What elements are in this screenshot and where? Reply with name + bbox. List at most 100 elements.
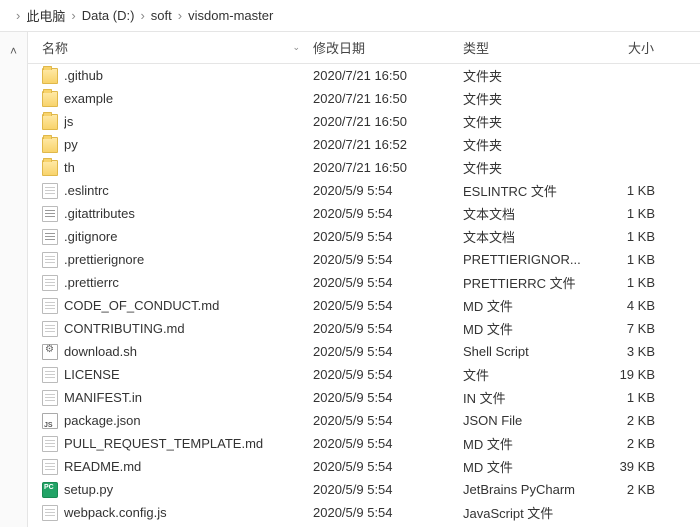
- column-header-row: 名称 ⌄ 修改日期 类型 大小: [28, 32, 700, 64]
- file-type: 文件夹: [463, 66, 593, 85]
- file-row[interactable]: .github2020/7/21 16:50文件夹: [28, 64, 700, 87]
- folder-icon: [42, 91, 58, 107]
- file-row[interactable]: .prettierrc2020/5/9 5:54PRETTIERRC 文件1 K…: [28, 271, 700, 294]
- file-size: 3 KB: [593, 344, 673, 359]
- file-name: README.md: [64, 459, 313, 474]
- file-row[interactable]: webpack.config.js2020/5/9 5:54JavaScript…: [28, 501, 700, 524]
- file-row[interactable]: CONTRIBUTING.md2020/5/9 5:54MD 文件7 KB: [28, 317, 700, 340]
- file-date: 2020/5/9 5:54: [313, 459, 463, 474]
- breadcrumb-item[interactable]: soft: [151, 8, 172, 23]
- file-icon: [42, 321, 58, 337]
- file-size: 19 KB: [593, 367, 673, 382]
- file-name: example: [64, 91, 313, 106]
- file-type: 文件夹: [463, 158, 593, 177]
- file-name: webpack.config.js: [64, 505, 313, 520]
- file-row[interactable]: CODE_OF_CONDUCT.md2020/5/9 5:54MD 文件4 KB: [28, 294, 700, 317]
- file-row[interactable]: .gitattributes2020/5/9 5:54文本文档1 KB: [28, 202, 700, 225]
- file-size: 2 KB: [593, 436, 673, 451]
- file-name: CONTRIBUTING.md: [64, 321, 313, 336]
- file-row[interactable]: LICENSE2020/5/9 5:54文件19 KB: [28, 363, 700, 386]
- file-size: 1 KB: [593, 183, 673, 198]
- file-date: 2020/5/9 5:54: [313, 252, 463, 267]
- file-date: 2020/5/9 5:54: [313, 206, 463, 221]
- file-row[interactable]: example2020/7/21 16:50文件夹: [28, 87, 700, 110]
- chevron-down-icon: ⌄: [292, 42, 300, 53]
- file-name: CODE_OF_CONDUCT.md: [64, 298, 313, 313]
- file-row[interactable]: js2020/7/21 16:50文件夹: [28, 110, 700, 133]
- folder-icon: [42, 160, 58, 176]
- file-row[interactable]: MANIFEST.in2020/5/9 5:54IN 文件1 KB: [28, 386, 700, 409]
- file-date: 2020/5/9 5:54: [313, 298, 463, 313]
- file-row[interactable]: setup.py2020/5/9 5:54JetBrains PyCharm2 …: [28, 478, 700, 501]
- column-label: 类型: [463, 38, 489, 57]
- column-header-date[interactable]: 修改日期: [313, 32, 463, 63]
- chevron-right-icon: [71, 8, 75, 23]
- file-type: MD 文件: [463, 296, 593, 315]
- breadcrumb-item[interactable]: visdom-master: [188, 8, 273, 23]
- file-type: 文件夹: [463, 89, 593, 108]
- folder-icon: [42, 68, 58, 84]
- file-icon: [42, 505, 58, 521]
- file-size: 2 KB: [593, 413, 673, 428]
- column-label: 名称: [42, 38, 68, 57]
- column-header-name[interactable]: 名称 ⌄: [28, 32, 313, 63]
- file-type: MD 文件: [463, 319, 593, 338]
- file-type: 文本文档: [463, 204, 593, 223]
- file-type: JavaScript 文件: [463, 503, 593, 522]
- column-header-type[interactable]: 类型: [463, 32, 593, 63]
- file-row[interactable]: .eslintrc2020/5/9 5:54ESLINTRC 文件1 KB: [28, 179, 700, 202]
- file-size: 39 KB: [593, 459, 673, 474]
- text-icon: [42, 206, 58, 222]
- json-icon: [42, 413, 58, 429]
- file-date: 2020/5/9 5:54: [313, 229, 463, 244]
- file-date: 2020/5/9 5:54: [313, 344, 463, 359]
- column-label: 大小: [628, 38, 654, 57]
- file-size: 1 KB: [593, 252, 673, 267]
- file-row[interactable]: README.md2020/5/9 5:54MD 文件39 KB: [28, 455, 700, 478]
- file-date: 2020/5/9 5:54: [313, 390, 463, 405]
- file-icon: [42, 436, 58, 452]
- file-row[interactable]: th2020/7/21 16:50文件夹: [28, 156, 700, 179]
- column-label: 修改日期: [313, 38, 365, 57]
- file-date: 2020/5/9 5:54: [313, 505, 463, 520]
- file-date: 2020/7/21 16:52: [313, 137, 463, 152]
- file-icon: [42, 252, 58, 268]
- file-size: 1 KB: [593, 390, 673, 405]
- file-date: 2020/7/21 16:50: [313, 114, 463, 129]
- file-name: download.sh: [64, 344, 313, 359]
- file-row[interactable]: download.sh2020/5/9 5:54Shell Script3 KB: [28, 340, 700, 363]
- chevron-up-icon[interactable]: ˄: [10, 44, 17, 527]
- file-type: PRETTIERRC 文件: [463, 273, 593, 292]
- file-row[interactable]: py2020/7/21 16:52文件夹: [28, 133, 700, 156]
- file-type: JetBrains PyCharm: [463, 482, 593, 497]
- file-type: 文件夹: [463, 112, 593, 131]
- file-date: 2020/5/9 5:54: [313, 367, 463, 382]
- file-date: 2020/7/21 16:50: [313, 160, 463, 175]
- file-type: PRETTIERIGNOR...: [463, 252, 593, 267]
- file-date: 2020/5/9 5:54: [313, 275, 463, 290]
- file-type: JSON File: [463, 413, 593, 428]
- file-icon: [42, 459, 58, 475]
- py-icon: [42, 482, 58, 498]
- file-row[interactable]: .prettierignore2020/5/9 5:54PRETTIERIGNO…: [28, 248, 700, 271]
- breadcrumb-item[interactable]: Data (D:): [82, 8, 135, 23]
- file-type: IN 文件: [463, 388, 593, 407]
- text-icon: [42, 229, 58, 245]
- breadcrumb[interactable]: 此电脑 Data (D:) soft visdom-master: [0, 0, 700, 32]
- file-name: th: [64, 160, 313, 175]
- sh-icon: [42, 344, 58, 360]
- chevron-right-icon: [178, 8, 182, 23]
- file-icon: [42, 298, 58, 314]
- file-name: package.json: [64, 413, 313, 428]
- file-row[interactable]: PULL_REQUEST_TEMPLATE.md2020/5/9 5:54MD …: [28, 432, 700, 455]
- file-size: 1 KB: [593, 206, 673, 221]
- file-row[interactable]: .gitignore2020/5/9 5:54文本文档1 KB: [28, 225, 700, 248]
- file-name: .eslintrc: [64, 183, 313, 198]
- file-row[interactable]: package.json2020/5/9 5:54JSON File2 KB: [28, 409, 700, 432]
- breadcrumb-item[interactable]: 此电脑: [26, 6, 65, 25]
- file-name: .gitattributes: [64, 206, 313, 221]
- column-header-size[interactable]: 大小: [593, 32, 673, 63]
- file-size: 4 KB: [593, 298, 673, 313]
- file-name: js: [64, 114, 313, 129]
- file-icon: [42, 367, 58, 383]
